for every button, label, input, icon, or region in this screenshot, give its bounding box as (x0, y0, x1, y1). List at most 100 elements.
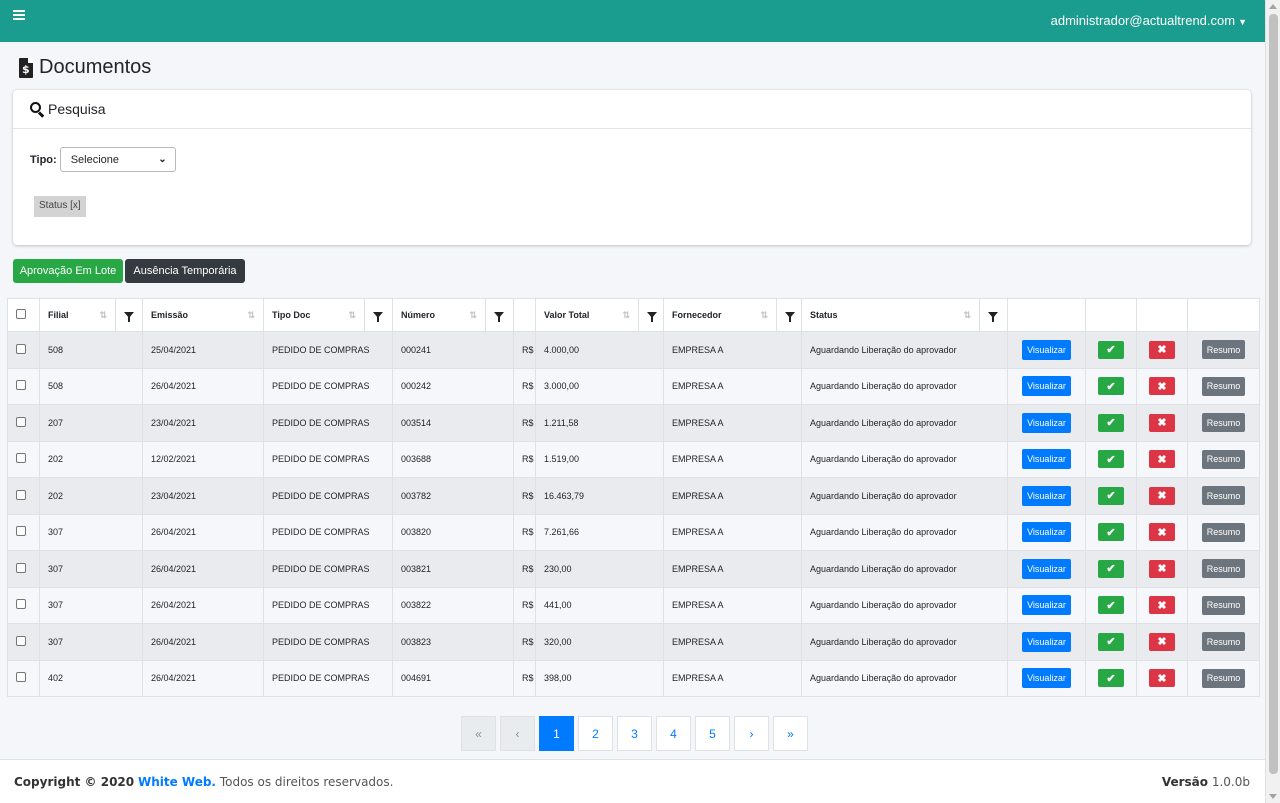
cell-status: Aguardando Liberação do aprovador (801, 623, 1009, 661)
view-button[interactable]: Visualizar (1022, 485, 1072, 506)
page-button[interactable]: 4 (656, 716, 691, 751)
sort-icon[interactable]: ⇅ (99, 310, 107, 321)
reject-button[interactable]: ✖ (1149, 450, 1176, 469)
approve-button[interactable]: ✔ (1098, 450, 1125, 469)
approve-button[interactable]: ✔ (1098, 413, 1125, 432)
view-button[interactable]: Visualizar (1022, 522, 1072, 543)
header-emissao[interactable]: Emissão ⇅ (141, 298, 265, 332)
tipo-select[interactable]: Selecione ⌄ (59, 147, 176, 172)
summary-button[interactable]: Resumo (1202, 595, 1246, 615)
view-button[interactable]: Visualizar (1022, 595, 1072, 616)
page-button[interactable]: 2 (578, 716, 613, 751)
cell-reject: ✖ (1136, 331, 1189, 369)
summary-button[interactable]: Resumo (1202, 559, 1246, 579)
view-button[interactable]: Visualizar (1022, 339, 1072, 360)
cell-approve: ✔ (1085, 440, 1138, 478)
next-page-button[interactable]: › (734, 716, 769, 751)
filter-icon[interactable] (988, 312, 999, 322)
sort-icon[interactable]: ⇅ (760, 310, 768, 321)
sort-icon[interactable]: ⇅ (469, 310, 477, 321)
sort-icon[interactable]: ⇅ (963, 310, 971, 321)
summary-button[interactable]: Resumo (1202, 340, 1246, 360)
row-checkbox[interactable] (16, 343, 26, 354)
filter-icon[interactable] (124, 312, 134, 322)
cell-reject: ✖ (1136, 623, 1189, 661)
reject-button[interactable]: ✖ (1149, 340, 1176, 359)
menu-toggle-icon[interactable] (13, 10, 25, 22)
approve-button[interactable]: ✔ (1098, 340, 1125, 359)
reject-button[interactable]: ✖ (1149, 413, 1176, 432)
summary-button[interactable]: Resumo (1202, 413, 1246, 433)
reject-button[interactable]: ✖ (1149, 486, 1176, 505)
view-button[interactable]: Visualizar (1022, 558, 1072, 579)
view-button[interactable]: Visualizar (1022, 449, 1072, 470)
header-valor-total[interactable]: Valor Total ⇅ (535, 298, 640, 332)
approve-button[interactable]: ✔ (1098, 559, 1125, 578)
page-scrollbar[interactable] (1265, 0, 1280, 803)
view-button[interactable]: Visualizar (1022, 631, 1072, 652)
row-checkbox[interactable] (16, 416, 26, 427)
filter-icon[interactable] (785, 312, 796, 322)
header-tipo-doc[interactable]: Tipo Doc ⇅ (263, 298, 366, 332)
summary-button[interactable]: Resumo (1202, 486, 1246, 506)
page-button[interactable]: 5 (695, 716, 730, 751)
last-page-button[interactable]: » (773, 716, 808, 751)
approve-button[interactable]: ✔ (1098, 596, 1125, 615)
reject-button[interactable]: ✖ (1149, 377, 1176, 396)
page-button[interactable]: 3 (617, 716, 652, 751)
user-menu[interactable]: administrador@actualtrend.com ▼ (1051, 13, 1247, 28)
header-numero[interactable]: Número ⇅ (392, 298, 487, 332)
approve-button[interactable]: ✔ (1098, 523, 1125, 542)
file-invoice-dollar-icon: $ (19, 57, 33, 78)
temporary-absence-button[interactable]: Ausência Temporária (125, 259, 245, 283)
header-status[interactable]: Status ⇅ (801, 298, 981, 332)
prev-page-button[interactable]: ‹ (500, 716, 535, 751)
cell-fornecedor: EMPRESA A (663, 513, 803, 551)
summary-button[interactable]: Resumo (1202, 668, 1246, 688)
row-checkbox[interactable] (16, 489, 26, 500)
filter-icon[interactable] (494, 312, 505, 322)
summary-button[interactable]: Resumo (1202, 632, 1246, 652)
filter-icon[interactable] (373, 312, 384, 322)
view-button[interactable]: Visualizar (1022, 412, 1072, 433)
scroll-up-arrow[interactable] (1269, 4, 1277, 9)
approve-button[interactable]: ✔ (1098, 669, 1125, 688)
cell-valor-total: 398,00 (535, 659, 665, 697)
header-filial[interactable]: Filial ⇅ (39, 298, 116, 332)
select-all-checkbox[interactable] (16, 309, 26, 319)
reject-button[interactable]: ✖ (1149, 632, 1176, 651)
row-select-cell (7, 404, 40, 442)
scroll-down-arrow[interactable] (1269, 794, 1277, 799)
row-checkbox[interactable] (16, 526, 26, 537)
filter-icon[interactable] (647, 312, 658, 322)
reject-button[interactable]: ✖ (1149, 523, 1176, 542)
row-checkbox[interactable] (16, 453, 26, 464)
row-checkbox[interactable] (16, 672, 26, 683)
page-button[interactable]: 1 (539, 716, 574, 751)
row-select-cell (7, 586, 40, 624)
scrollbar-thumb[interactable] (1269, 14, 1278, 774)
first-page-button[interactable]: « (461, 716, 496, 751)
header-fornecedor[interactable]: Fornecedor ⇅ (663, 298, 778, 332)
batch-approval-button[interactable]: Aprovação Em Lote (13, 259, 123, 283)
row-checkbox[interactable] (16, 562, 26, 573)
reject-button[interactable]: ✖ (1149, 669, 1176, 688)
row-checkbox[interactable] (16, 635, 26, 646)
summary-button[interactable]: Resumo (1202, 376, 1246, 396)
reject-button[interactable]: ✖ (1149, 559, 1176, 578)
sort-icon[interactable]: ⇅ (247, 310, 255, 321)
approve-button[interactable]: ✔ (1098, 486, 1125, 505)
summary-button[interactable]: Resumo (1202, 449, 1246, 469)
approve-button[interactable]: ✔ (1098, 632, 1125, 651)
reject-button[interactable]: ✖ (1149, 596, 1176, 615)
view-button[interactable]: Visualizar (1022, 668, 1072, 689)
view-button[interactable]: Visualizar (1022, 376, 1072, 397)
sort-icon[interactable]: ⇅ (622, 310, 630, 321)
summary-button[interactable]: Resumo (1202, 522, 1246, 542)
row-checkbox[interactable] (16, 380, 26, 391)
approve-button[interactable]: ✔ (1098, 377, 1125, 396)
status-filter-chip[interactable]: Status [x] (34, 196, 86, 217)
brand-link[interactable]: White Web. (138, 775, 216, 789)
row-checkbox[interactable] (16, 599, 26, 610)
sort-icon[interactable]: ⇅ (348, 310, 356, 321)
